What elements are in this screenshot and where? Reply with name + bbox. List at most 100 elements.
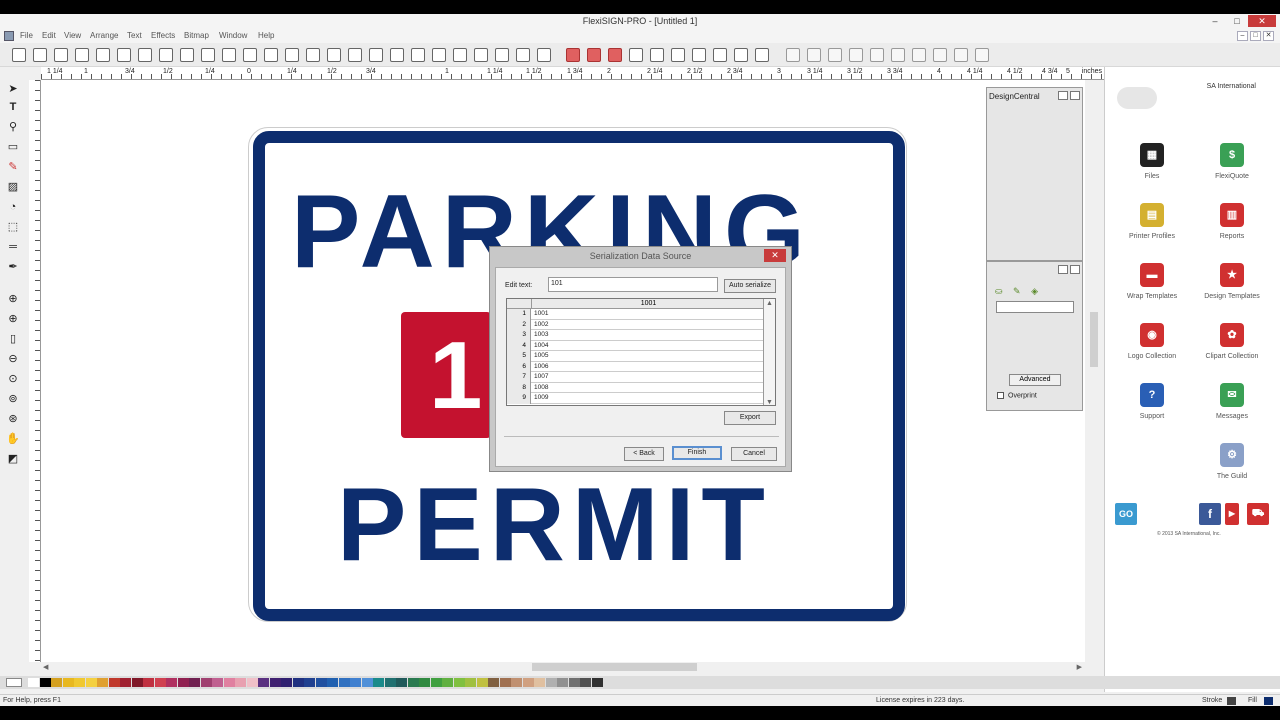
align-3-icon[interactable]	[671, 48, 685, 62]
color-swatch[interactable]	[499, 678, 511, 687]
support-icon[interactable]: ?	[1140, 383, 1164, 407]
color-swatch[interactable]	[407, 678, 419, 687]
youtube-icon[interactable]: ▶	[1225, 503, 1239, 525]
color-swatch[interactable]	[131, 678, 143, 687]
fill-type-icons[interactable]: ⛀ ✎ ◈	[995, 286, 1042, 297]
zoom-out-icon[interactable]: ⊖	[6, 352, 20, 366]
color-swatch[interactable]	[361, 678, 373, 687]
save-as-icon[interactable]	[75, 48, 89, 62]
align-1-icon[interactable]	[629, 48, 643, 62]
logo-collection-icon[interactable]: ◉	[1140, 323, 1164, 347]
color-swatch[interactable]	[488, 678, 499, 687]
fill-select[interactable]	[996, 301, 1074, 313]
grid-cell-value[interactable]: 1004	[534, 341, 548, 352]
save-icon[interactable]	[54, 48, 68, 62]
home-item[interactable]: ? Support	[1112, 383, 1192, 420]
menu-edit[interactable]: Edit	[42, 31, 56, 40]
red-2-icon[interactable]	[587, 48, 601, 62]
tool-8-icon[interactable]	[933, 48, 947, 62]
color-swatch[interactable]	[143, 678, 154, 687]
fill-close-button[interactable]	[1070, 265, 1080, 274]
align-7-icon[interactable]	[755, 48, 769, 62]
stroke-swatch[interactable]	[1227, 697, 1236, 705]
home-item[interactable]: ▤ Printer Profiles	[1112, 203, 1192, 240]
color-swatch[interactable]	[396, 678, 407, 687]
minimize-button[interactable]: –	[1204, 15, 1226, 27]
paste-icon[interactable]	[180, 48, 194, 62]
color-swatch[interactable]	[97, 678, 108, 687]
color-swatch[interactable]	[442, 678, 453, 687]
ungroup-icon[interactable]	[495, 48, 509, 62]
grid-cell-value[interactable]: 1009	[534, 393, 548, 404]
grid-row[interactable]: 6 1006	[507, 361, 765, 372]
cutter-icon[interactable]	[285, 48, 299, 62]
fill-swatch[interactable]	[1264, 697, 1273, 705]
grid-cell-value[interactable]: 1002	[534, 320, 548, 331]
color-swatch[interactable]	[568, 678, 580, 687]
design-central-icon[interactable]	[369, 48, 383, 62]
color-swatch[interactable]	[430, 678, 442, 687]
zoom-tool-icon[interactable]: ⊕	[6, 292, 20, 306]
red-3-icon[interactable]	[608, 48, 622, 62]
grid-cell-value[interactable]: 1001	[534, 309, 548, 320]
flexi-online-icon[interactable]	[432, 48, 446, 62]
grid-column-header[interactable]: 1001	[531, 299, 765, 309]
menu-arrange[interactable]: Arrange	[90, 31, 118, 40]
doc-restore-button[interactable]: □	[1250, 31, 1261, 41]
home-item[interactable]: ★ Design Templates	[1192, 263, 1272, 300]
color-swatch[interactable]	[557, 678, 568, 687]
color-swatch[interactable]	[223, 678, 235, 687]
home-item[interactable]: ✿ Clipart Collection	[1192, 323, 1272, 360]
grid-cell-value[interactable]: 1008	[534, 383, 548, 394]
close-button[interactable]: ✕	[1248, 15, 1276, 27]
color-swatch[interactable]	[373, 678, 384, 687]
grid-scrollbar[interactable]: ▲ ▼	[763, 299, 775, 405]
flexi-online-icon[interactable]: GO	[1115, 503, 1137, 525]
color-swatch[interactable]	[350, 678, 361, 687]
align-4-icon[interactable]	[692, 48, 706, 62]
cloud-icon[interactable]	[1117, 87, 1157, 109]
menu-view[interactable]: View	[64, 31, 81, 40]
group-icon[interactable]	[474, 48, 488, 62]
grid-cell-value[interactable]: 1007	[534, 372, 548, 383]
tool-7-icon[interactable]	[912, 48, 926, 62]
doc-minimize-button[interactable]: –	[1237, 31, 1248, 41]
print-preview-icon[interactable]	[117, 48, 131, 62]
cut-icon[interactable]	[138, 48, 152, 62]
eyedropper-tool-icon[interactable]: ✒	[6, 260, 20, 274]
guild-icon[interactable]: ⚙	[1220, 443, 1244, 467]
grid-scroll-down-icon[interactable]: ▼	[766, 399, 773, 405]
color-swatch[interactable]	[212, 678, 223, 687]
home-item[interactable]: ▥ Reports	[1192, 203, 1272, 240]
back-button[interactable]: < Back	[624, 447, 664, 461]
doc-close-button[interactable]: ✕	[1263, 31, 1274, 41]
grid-row[interactable]: 1 1001	[507, 309, 765, 320]
color-swatch[interactable]	[235, 678, 246, 687]
flexiquote-icon[interactable]: $	[1220, 143, 1244, 167]
design-templates-icon[interactable]: ★	[1220, 263, 1244, 287]
printer-profiles-icon[interactable]: ▤	[1140, 203, 1164, 227]
tool-10-icon[interactable]	[975, 48, 989, 62]
zoom-in-icon[interactable]: ⊕	[6, 312, 20, 326]
color-swatch[interactable]	[545, 678, 557, 687]
open-icon[interactable]	[33, 48, 47, 62]
print-icon[interactable]	[96, 48, 110, 62]
color-swatch[interactable]	[292, 678, 304, 687]
color-swatch[interactable]	[511, 678, 522, 687]
tool-9-icon[interactable]	[954, 48, 968, 62]
zoom-page-icon[interactable]: ▯	[6, 332, 20, 346]
facebook-icon[interactable]: f	[1199, 503, 1221, 525]
home-item[interactable]: ⚙ The Guild	[1192, 443, 1272, 480]
color-swatch[interactable]	[200, 678, 212, 687]
color-swap-icon[interactable]: ◩	[6, 452, 20, 466]
menu-effects[interactable]: Effects	[151, 31, 175, 40]
color-swatch[interactable]	[246, 678, 258, 687]
horizontal-scroll-thumb[interactable]	[532, 663, 697, 671]
wrap-templates-icon[interactable]: ▬	[1140, 263, 1164, 287]
rectangle-tool-icon[interactable]: ▭	[6, 140, 20, 154]
grid-cell-value[interactable]: 1005	[534, 351, 548, 362]
sign-number[interactable]: 1	[429, 328, 482, 424]
color-swatch[interactable]	[476, 678, 488, 687]
color-swatch[interactable]	[327, 678, 338, 687]
maximize-button[interactable]: □	[1226, 15, 1248, 27]
